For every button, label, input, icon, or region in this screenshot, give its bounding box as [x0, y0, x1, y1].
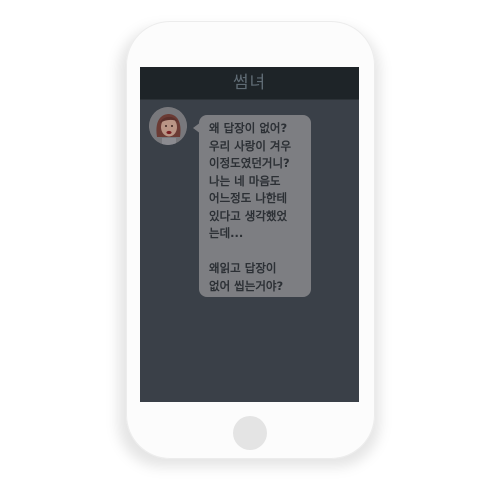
chat-screen: 썸녀 왜 답장이 없어? 우리 사랑이 겨우 이정도였던거니? 나는 네 마음도…	[140, 67, 359, 402]
avatar-illustration	[149, 107, 187, 145]
stage: 썸녀 왜 답장이 없어? 우리 사랑이 겨우 이정도였던거니? 나는 네 마음도…	[0, 0, 500, 500]
home-button-icon[interactable]	[233, 416, 267, 450]
message-text: 왜 답장이 없어? 우리 사랑이 겨우 이정도였던거니? 나는 네 마음도 어느…	[209, 121, 292, 293]
message-bubble[interactable]: 왜 답장이 없어? 우리 사랑이 겨우 이정도였던거니? 나는 네 마음도 어느…	[199, 115, 311, 297]
girl-avatar-icon[interactable]	[149, 107, 187, 145]
chat-header: 썸녀	[140, 67, 359, 100]
chat-title: 썸녀	[232, 73, 267, 93]
